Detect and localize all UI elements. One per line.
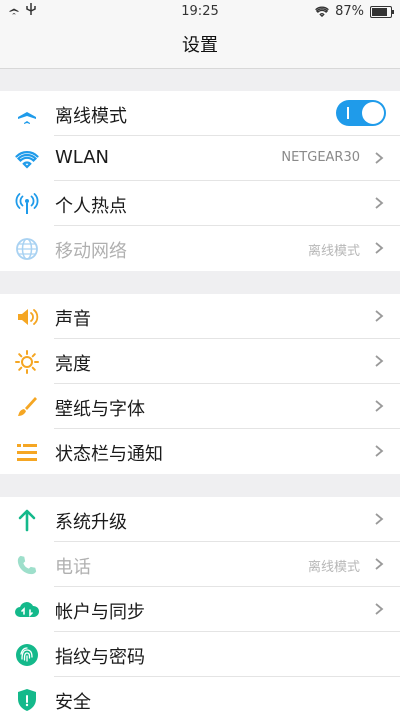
item-label: 个人热点 (55, 196, 127, 217)
item-label: 壁纸与字体 (55, 399, 145, 420)
chevron-right-icon (375, 152, 384, 164)
cloud-sync-icon (14, 597, 40, 623)
arrow-up-icon (14, 507, 40, 533)
battery-icon (370, 6, 394, 18)
fingerprint-icon (14, 642, 40, 668)
chevron-right-icon (375, 603, 384, 615)
settings-item-wlan[interactable]: WLAN NETGEAR30 (0, 136, 400, 181)
settings-item-airplane-mode[interactable]: 离线模式 (0, 91, 400, 136)
item-value: NETGEAR30 (281, 150, 360, 165)
item-label: 电话 (55, 557, 91, 578)
status-bar: 19:25 87% (0, 0, 400, 24)
item-label: 系统升级 (55, 512, 127, 533)
settings-item-wallpaper-font[interactable]: 壁纸与字体 (0, 384, 400, 429)
item-label: 声音 (55, 309, 91, 330)
settings-item-phone[interactable]: 电话 离线模式 (0, 542, 400, 587)
settings-item-mobile-network[interactable]: 移动网络 离线模式 (0, 226, 400, 271)
chevron-right-icon (375, 242, 384, 254)
battery-percent: 87% (335, 4, 364, 19)
status-right-icons: 87% (315, 4, 394, 19)
brush-icon (14, 394, 40, 420)
settings-item-accounts-sync[interactable]: 帐户与同步 (0, 587, 400, 632)
list-icon (14, 439, 40, 465)
wifi-icon (14, 146, 40, 172)
chevron-right-icon (375, 310, 384, 322)
settings-item-sound[interactable]: 声音 (0, 294, 400, 339)
hotspot-icon (14, 191, 40, 217)
item-value: 离线模式 (307, 560, 360, 575)
chevron-right-icon (375, 197, 384, 209)
sun-icon (14, 349, 40, 375)
phone-icon (14, 552, 40, 578)
item-label: 帐户与同步 (55, 602, 145, 623)
item-label: 状态栏与通知 (55, 444, 163, 465)
chevron-right-icon (375, 513, 384, 525)
globe-icon (14, 236, 40, 262)
item-label: 离线模式 (55, 106, 127, 127)
chevron-right-icon (375, 355, 384, 367)
item-label: WLAN (55, 147, 110, 168)
chevron-right-icon (375, 445, 384, 457)
item-label: 安全 (55, 692, 91, 713)
item-label: 移动网络 (55, 241, 127, 262)
airplane-icon (14, 101, 40, 127)
settings-item-system-update[interactable]: 系统升级 (0, 497, 400, 542)
speaker-icon (14, 304, 40, 330)
chevron-right-icon (375, 400, 384, 412)
item-label: 亮度 (55, 354, 91, 375)
chevron-right-icon (375, 558, 384, 570)
settings-item-brightness[interactable]: 亮度 (0, 339, 400, 384)
settings-item-statusbar-notifications[interactable]: 状态栏与通知 (0, 429, 400, 474)
wifi-status-icon (315, 6, 329, 17)
section-gap (0, 474, 400, 497)
item-value: 离线模式 (307, 244, 360, 259)
settings-item-fingerprint-password[interactable]: 指纹与密码 (0, 632, 400, 677)
settings-item-hotspot[interactable]: 个人热点 (0, 181, 400, 226)
section-gap (0, 69, 400, 91)
shield-icon (14, 687, 40, 713)
item-label: 指纹与密码 (55, 647, 145, 668)
settings-item-security[interactable]: 安全 (0, 677, 400, 722)
page-title: 设置 (0, 24, 400, 69)
airplane-mode-toggle[interactable] (336, 100, 386, 126)
section-gap (0, 271, 400, 294)
